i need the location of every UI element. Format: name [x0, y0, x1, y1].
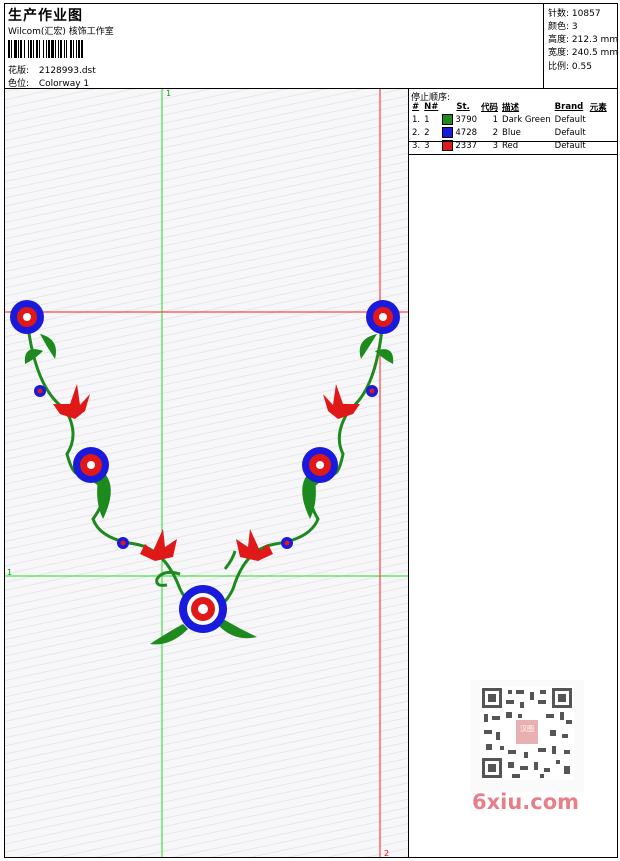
- table-row[interactable]: 2. 2 4728 2 Blue Default: [410, 126, 609, 139]
- embroidery-design: 1 1 2: [5, 89, 408, 857]
- col-desc: 描述: [502, 102, 520, 113]
- company-name: Wilcom(汇宏) 核饰工作室: [8, 27, 114, 37]
- design-file-label: 花版:: [8, 66, 30, 76]
- col-hash: #: [412, 101, 420, 112]
- row-n: 2: [424, 127, 430, 138]
- header-info: 生产作业图 Wilcom(汇宏) 核饰工作室 花版: 2128993.dst 色…: [4, 3, 544, 89]
- row-st: 3790: [440, 113, 479, 126]
- row-desc: Blue: [502, 127, 521, 138]
- blue-flowers: [10, 300, 400, 633]
- row-st-value: 3790: [455, 115, 478, 125]
- design-scale-value: 0.55: [571, 62, 592, 72]
- row-st: 4728: [440, 126, 479, 139]
- table-row[interactable]: 1. 1 3790 1 Dark Green Default: [410, 113, 609, 126]
- design-width-label: 宽度:: [548, 48, 570, 58]
- guide-label-top: 1: [166, 89, 171, 98]
- design-height-label: 高度:: [548, 35, 570, 45]
- site-watermark: 6xiu.com: [472, 790, 580, 814]
- color-count-label: 颜色:: [548, 22, 570, 32]
- row-seq: 1.: [412, 114, 421, 125]
- row-code: 1: [492, 114, 499, 125]
- stitch-count: 针数: 10857: [548, 6, 601, 19]
- color-count-value: 3: [571, 22, 578, 32]
- col-code: 代码: [481, 102, 499, 113]
- col-n: N#: [424, 101, 439, 112]
- design-width-value: 240.5 mm: [571, 48, 619, 58]
- qr-code-watermark: 汉图: [470, 680, 584, 792]
- design-height-value: 212.3 mm: [571, 35, 619, 45]
- row-st-value: 2337: [455, 141, 478, 151]
- row-element: [588, 113, 609, 126]
- table-header-row: # N# St. 代码 描述 Brand 元素: [410, 100, 609, 113]
- row-brand: Default: [554, 114, 586, 125]
- color-swatch: [442, 114, 454, 125]
- row-seq: 2.: [412, 127, 421, 138]
- design-scale: 比例: 0.55: [548, 59, 592, 72]
- row-desc: Dark Green: [502, 114, 551, 125]
- row-brand: Default: [554, 127, 586, 138]
- color-count: 颜色: 3: [548, 19, 578, 32]
- table-bottom-rule: [409, 141, 618, 142]
- table-footer-rule: [409, 154, 618, 155]
- col-element: 元素: [589, 102, 607, 113]
- row-n: 1: [424, 114, 430, 125]
- design-file-line: 花版: 2128993.dst: [8, 63, 96, 76]
- design-scale-label: 比例:: [548, 62, 570, 72]
- stitch-count-label: 针数:: [548, 9, 570, 19]
- stamp-text: 汉图: [520, 725, 534, 733]
- guide-label-bottom: 2: [384, 849, 389, 857]
- qr-code-image: 汉图: [480, 686, 574, 780]
- guide-label-left: 1: [7, 568, 12, 577]
- design-height: 高度: 212.3 mm: [548, 32, 618, 45]
- row-st-value: 4728: [455, 128, 478, 138]
- design-stats: 针数: 10857 颜色: 3 高度: 212.3 mm 宽度: 240.5 m…: [544, 3, 618, 89]
- stitch-count-value: 10857: [571, 9, 601, 19]
- design-width: 宽度: 240.5 mm: [548, 45, 618, 58]
- row-code: 2: [492, 127, 499, 138]
- design-file-value: 2128993.dst: [38, 66, 96, 76]
- color-swatch: [442, 127, 454, 138]
- page-title: 生产作业图: [8, 8, 83, 24]
- row-element: [588, 126, 609, 139]
- barcode-image: [8, 40, 83, 58]
- col-st: St.: [456, 101, 470, 112]
- col-brand: Brand: [554, 101, 584, 112]
- stop-sequence-table: # N# St. 代码 描述 Brand 元素 1. 1 3790 1 Dark…: [410, 100, 609, 152]
- design-canvas[interactable]: 1 1 2: [5, 89, 408, 857]
